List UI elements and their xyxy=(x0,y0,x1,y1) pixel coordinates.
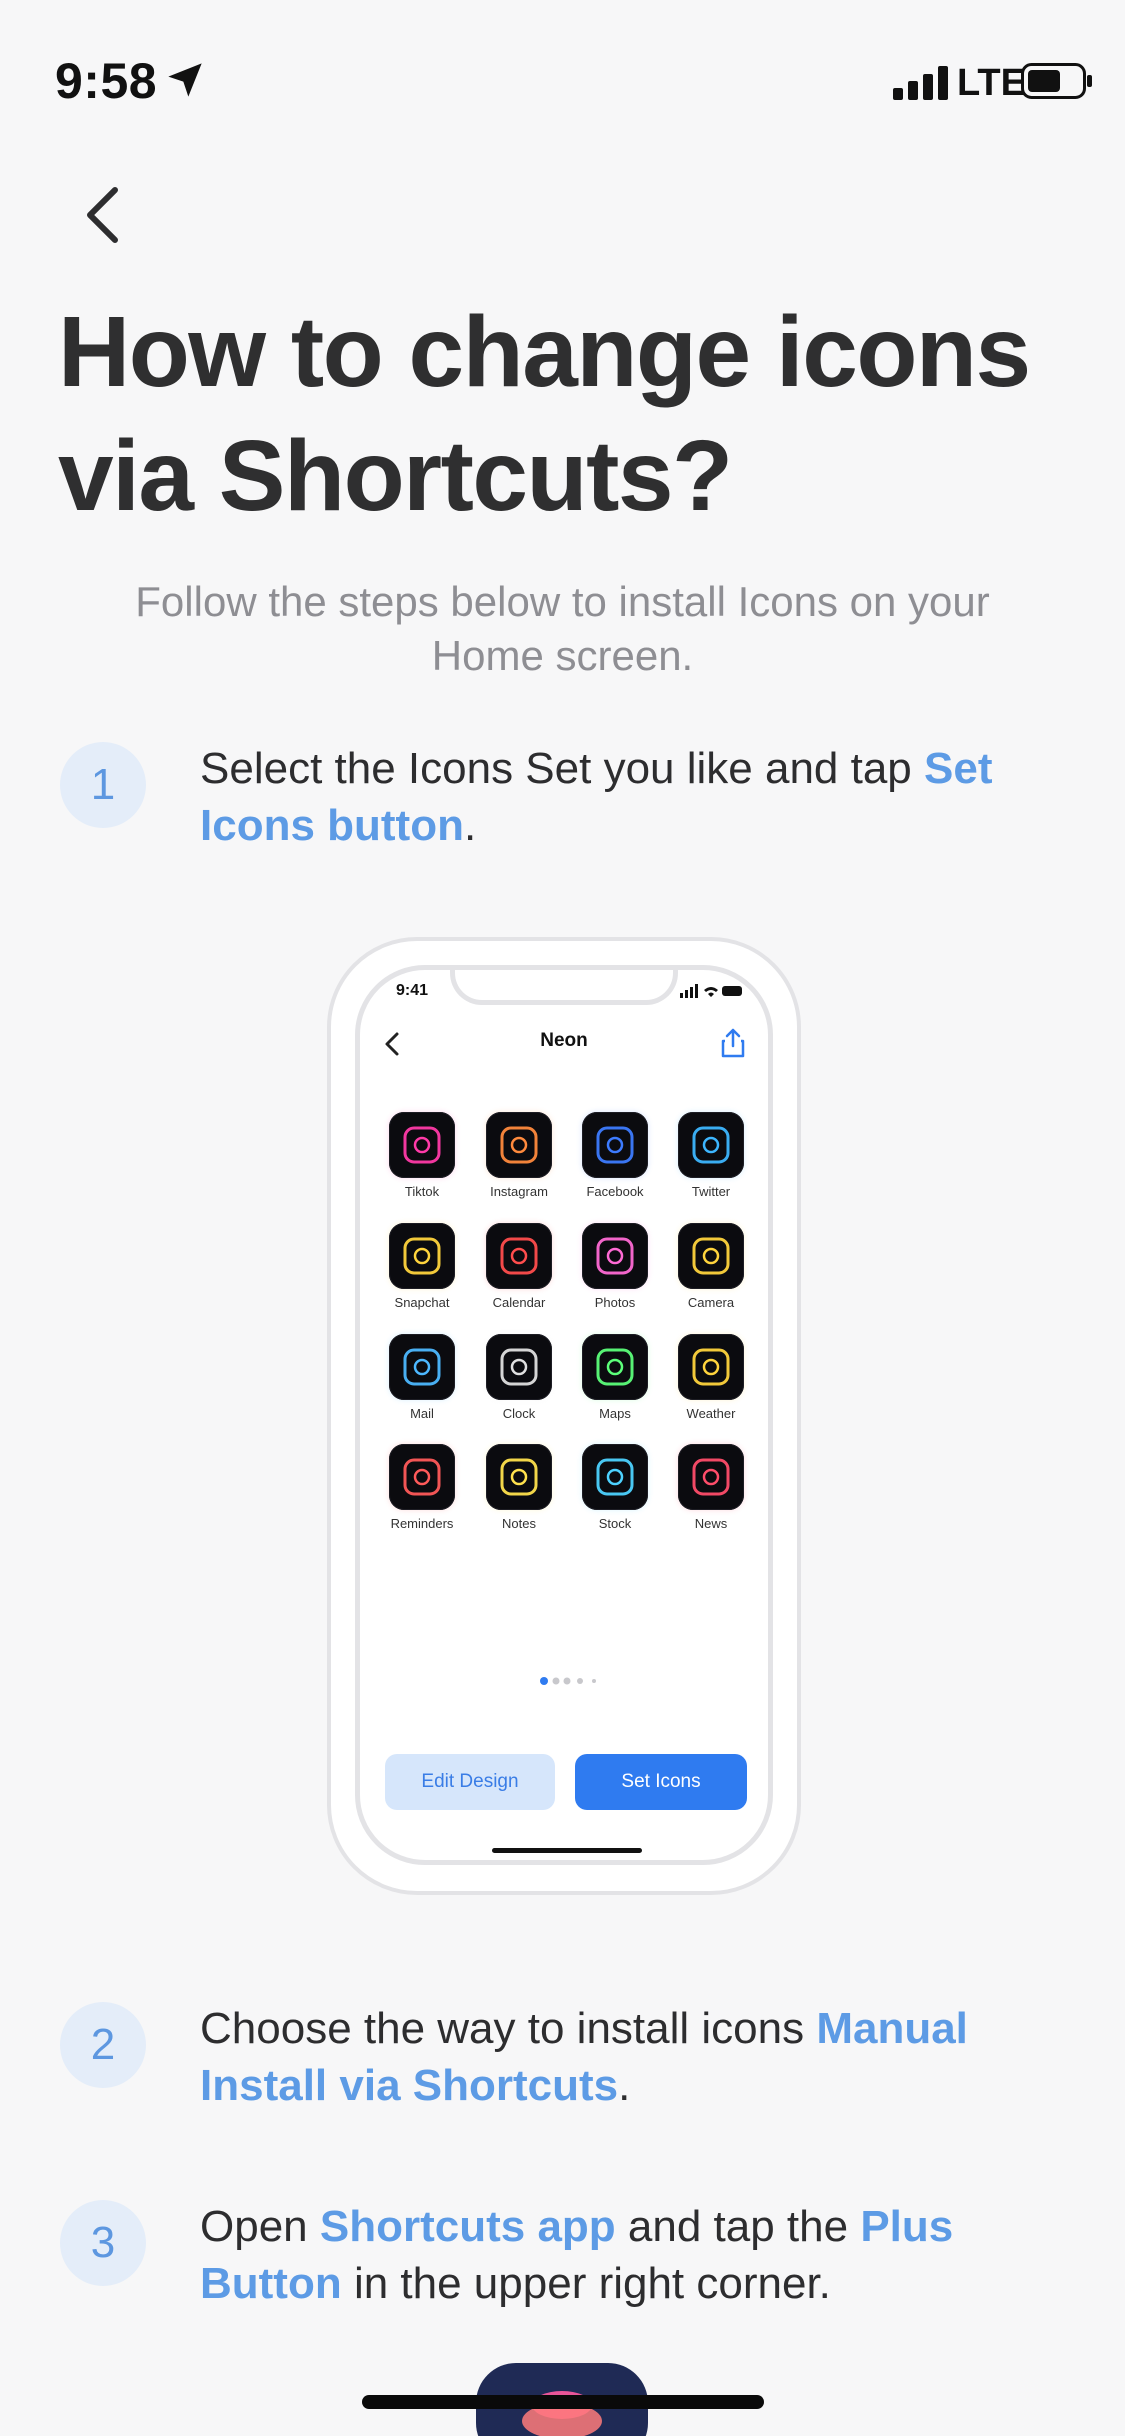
back-chevron-icon[interactable] xyxy=(75,180,135,250)
step-number-badge: 1 xyxy=(60,742,146,828)
page-title: How to change icons via Shortcuts? xyxy=(58,296,1031,532)
edit-design-button: Edit Design xyxy=(385,1754,555,1810)
app-tile: Calendar xyxy=(479,1223,559,1310)
app-label: Instagram xyxy=(490,1184,548,1199)
app-label: Reminders xyxy=(390,1516,454,1531)
weather-icon xyxy=(678,1334,744,1400)
step-number-badge: 2 xyxy=(60,2002,146,2088)
snapchat-icon xyxy=(389,1223,455,1289)
step-text-plain: Select the Icons Set you like and tap xyxy=(200,744,925,793)
instagram-icon xyxy=(486,1112,552,1178)
app-label: Calendar xyxy=(492,1295,546,1310)
app-label: Stock xyxy=(598,1516,632,1531)
step-text: Choose the way to install icons Manual I… xyxy=(200,2000,1080,2114)
app-tile: Stock xyxy=(575,1444,655,1531)
app-tile: Notes xyxy=(479,1444,559,1531)
app-label: Mail xyxy=(410,1406,434,1421)
app-tile: Instagram xyxy=(479,1112,559,1199)
step-text-plain: . xyxy=(618,2061,631,2110)
app-tile: Snapchat xyxy=(382,1223,462,1310)
maps-icon xyxy=(582,1334,648,1400)
tiktok-icon xyxy=(389,1112,455,1178)
news-icon xyxy=(678,1444,744,1510)
app-label: Camera xyxy=(687,1295,735,1310)
app-tile: Weather xyxy=(671,1334,751,1421)
app-tile: Camera xyxy=(671,1223,751,1310)
step-text-plain: Choose the way to install icons xyxy=(200,2004,817,2053)
app-tile: Twitter xyxy=(671,1112,751,1199)
share-icon xyxy=(721,1028,745,1058)
app-label: Clock xyxy=(502,1406,536,1421)
step-text-plain: in the upper right corner. xyxy=(341,2259,831,2308)
photos-icon xyxy=(582,1223,648,1289)
phone-notch xyxy=(450,970,678,1005)
mockup-title: Neon xyxy=(540,1030,588,1051)
twitter-icon xyxy=(678,1112,744,1178)
phone-mockup-screen: 9:41 Neon Tiktok Instagram Facebook Twitter… xyxy=(355,965,773,1865)
status-bar: 9:58 LTE xyxy=(0,0,1125,150)
facebook-icon xyxy=(582,1112,648,1178)
set-icons-button: Set Icons xyxy=(575,1754,747,1810)
step-number-badge: 3 xyxy=(60,2200,146,2286)
battery-icon xyxy=(1021,63,1092,99)
app-tile: Maps xyxy=(575,1334,655,1421)
app-tile: Photos xyxy=(575,1223,655,1310)
app-tile: Reminders xyxy=(382,1444,462,1531)
app-tile: Clock xyxy=(479,1334,559,1421)
mail-icon xyxy=(389,1334,455,1400)
stock-icon xyxy=(582,1444,648,1510)
step-text: Select the Icons Set you like and tap Se… xyxy=(200,740,1080,854)
app-label: Snapchat xyxy=(394,1295,450,1310)
step-text-plain: and tap the xyxy=(615,2202,861,2251)
reminders-icon xyxy=(389,1444,455,1510)
clock-icon xyxy=(486,1334,552,1400)
page-indicator-dots xyxy=(540,1677,596,1685)
app-tile: Facebook xyxy=(575,1112,655,1199)
app-label: Photos xyxy=(594,1295,636,1310)
app-label: Tiktok xyxy=(404,1184,440,1199)
home-indicator[interactable] xyxy=(362,2395,764,2409)
app-tile: Mail xyxy=(382,1334,462,1421)
step-text: Open Shortcuts app and tap the Plus Butt… xyxy=(200,2198,1080,2312)
calendar-icon xyxy=(486,1223,552,1289)
app-tile: News xyxy=(671,1444,751,1531)
step-text-plain: . xyxy=(463,801,477,850)
page-subtitle: Follow the steps below to install Icons … xyxy=(135,578,990,679)
network-type: LTE xyxy=(957,62,1026,104)
step-highlight: Shortcuts app xyxy=(319,2202,616,2251)
app-label: Twitter xyxy=(691,1184,731,1199)
step-text-plain: Open xyxy=(200,2202,320,2251)
app-label: News xyxy=(694,1516,728,1531)
camera-icon xyxy=(678,1223,744,1289)
app-label: Notes xyxy=(502,1516,536,1531)
app-label: Maps xyxy=(599,1406,631,1421)
mockup-status-time: 9:41 xyxy=(396,982,429,999)
notes-icon xyxy=(486,1444,552,1510)
app-tile: Tiktok xyxy=(382,1112,462,1199)
app-label: Facebook xyxy=(586,1184,644,1199)
mockup-status-icons xyxy=(680,984,742,998)
location-arrow-icon xyxy=(168,63,202,97)
app-label: Weather xyxy=(686,1406,736,1421)
cellular-signal-icon xyxy=(893,66,948,100)
mockup-home-indicator xyxy=(492,1848,642,1853)
status-time: 9:58 xyxy=(55,53,158,109)
